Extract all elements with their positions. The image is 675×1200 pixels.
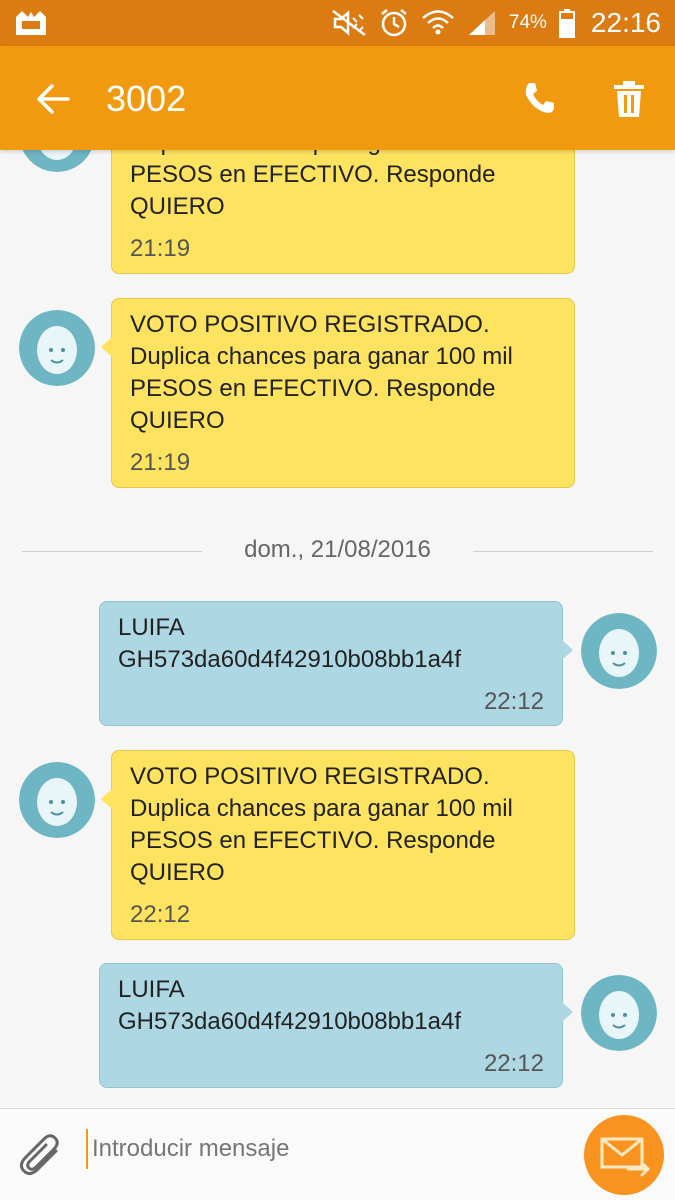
message-text: LUIFA GH573da60d4f42910b08bb1a4f <box>118 976 461 1035</box>
message-bubble-incoming[interactable]: VOTO POSITIVO REGISTRADO. Duplica chance… <box>111 150 575 274</box>
message-time: 22:12 <box>130 901 191 928</box>
send-icon <box>600 1137 651 1177</box>
user-avatar-icon[interactable] <box>581 613 657 689</box>
divider <box>473 551 653 552</box>
signal-icon <box>468 11 495 35</box>
message-bubble-incoming[interactable]: VOTO POSITIVO REGISTRADO. Duplica chance… <box>101 750 575 940</box>
message-time: 21:19 <box>130 235 191 262</box>
message-text: VOTO POSITIVO REGISTRADO. Duplica chance… <box>130 763 513 886</box>
back-arrow-icon[interactable] <box>34 80 72 118</box>
trash-icon[interactable] <box>612 80 646 118</box>
contact-avatar-icon[interactable] <box>19 762 95 838</box>
message-bubble-incoming[interactable]: VOTO POSITIVO REGISTRADO. Duplica chance… <box>101 298 575 488</box>
message-text: LUIFA GH573da60d4f42910b08bb1a4f <box>118 614 461 673</box>
date-separator: dom., 21/08/2016 <box>22 536 653 566</box>
contact-avatar-icon[interactable] <box>19 310 95 386</box>
battery-percent: 74% <box>508 12 547 33</box>
user-avatar-icon[interactable] <box>581 975 657 1051</box>
wifi-icon <box>422 10 454 35</box>
message-bubble-outgoing[interactable]: LUIFA GH573da60d4f42910b08bb1a4f 22:12 <box>99 601 573 726</box>
message-time: 22:12 <box>483 1050 544 1077</box>
contact-avatar-icon[interactable] <box>19 150 95 172</box>
message-time: 21:19 <box>130 449 191 476</box>
notification-icon <box>16 11 46 35</box>
clock: 22:16 <box>590 7 661 38</box>
mute-icon <box>332 10 366 36</box>
date-label: dom., 21/08/2016 <box>244 536 431 563</box>
app-bar: 3002 <box>0 46 675 150</box>
message-text: VOTO POSITIVO REGISTRADO. Duplica chance… <box>130 150 513 220</box>
message-input[interactable] <box>86 1129 566 1169</box>
message-time: 22:12 <box>483 688 544 715</box>
message-text: VOTO POSITIVO REGISTRADO. Duplica chance… <box>130 311 513 434</box>
attachment-icon[interactable] <box>18 1131 64 1181</box>
composer-bar <box>0 1108 675 1200</box>
conversation-list[interactable]: VOTO POSITIVO REGISTRADO. Duplica chance… <box>0 150 675 1108</box>
message-bubble-outgoing[interactable]: LUIFA GH573da60d4f42910b08bb1a4f 22:12 <box>99 963 573 1088</box>
send-button[interactable] <box>584 1115 664 1195</box>
status-bar: 74% 22:16 <box>0 0 675 46</box>
conversation-title: 3002 <box>106 78 187 119</box>
alarm-icon <box>381 9 407 37</box>
battery-icon <box>558 9 575 38</box>
phone-icon[interactable] <box>522 80 558 116</box>
